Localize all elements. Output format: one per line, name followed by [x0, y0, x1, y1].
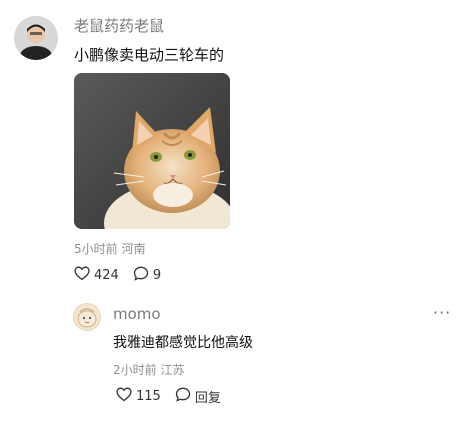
comment-icon	[175, 387, 195, 406]
like-button[interactable]: 424	[74, 266, 119, 285]
reply-avatar[interactable]	[73, 303, 101, 331]
heart-icon	[74, 266, 94, 285]
heart-icon	[116, 387, 136, 406]
reply-time-location: 2小时前 江苏	[113, 363, 185, 377]
user-avatar[interactable]	[14, 16, 58, 60]
reply-label: 回复	[194, 391, 221, 406]
reply-text: 我雅迪都感觉比他高级	[113, 335, 253, 351]
post-text: 小鹏像卖电动三轮车的	[74, 46, 225, 64]
comment-count: 9	[152, 268, 162, 283]
post-username[interactable]: 老鼠药药老鼠	[74, 15, 164, 36]
reply-like-button[interactable]: 115	[116, 387, 161, 406]
post-actions: 424 9	[74, 266, 175, 285]
comment-button[interactable]: 9	[133, 266, 161, 285]
post-photo[interactable]	[74, 73, 230, 229]
reply-button[interactable]: 回复	[175, 387, 221, 406]
more-options-icon[interactable]: ···	[433, 303, 451, 322]
comment-icon	[133, 266, 153, 285]
like-count: 424	[94, 268, 119, 283]
reply-username[interactable]: momo	[113, 305, 161, 323]
post-time-location: 5小时前 河南	[74, 242, 146, 256]
reply-like-count: 115	[136, 389, 161, 404]
reply-actions: 115 回复	[116, 387, 235, 406]
